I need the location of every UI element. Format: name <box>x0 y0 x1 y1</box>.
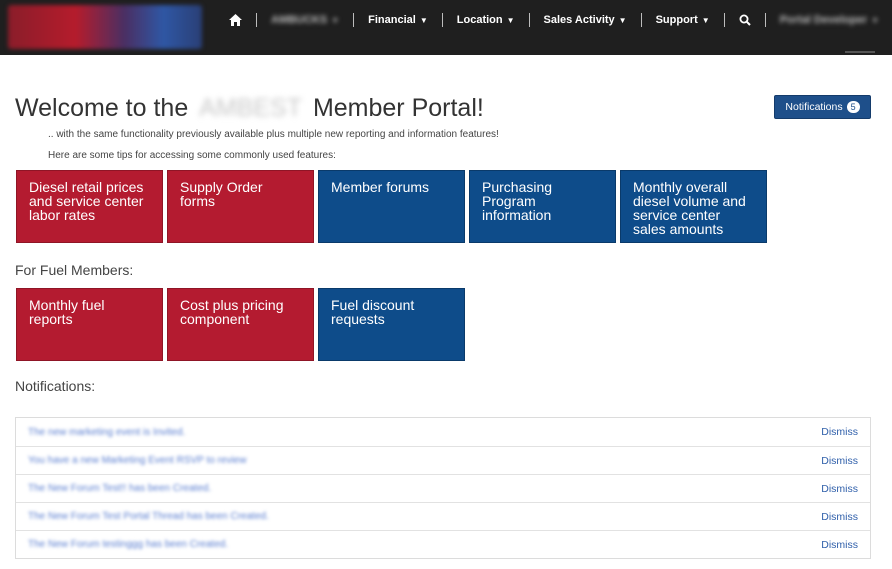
tips-text: Here are some tips for accessing some co… <box>48 150 336 161</box>
nav-label: Portal Developer <box>779 14 868 26</box>
subtitle-text: .. with the same functionality previousl… <box>48 129 499 140</box>
notification-row: The New Forum Test Portal Thread has bee… <box>16 502 870 530</box>
notifications-list: The new marketing event is Invited. Dism… <box>15 417 871 559</box>
caret-down-icon: ▼ <box>871 15 880 25</box>
tile-member-forums[interactable]: Member forums <box>318 170 465 243</box>
dismiss-button[interactable]: Dismiss <box>821 511 858 523</box>
notifications-button-label: Notifications <box>785 101 843 113</box>
notification-row: The New Forum testinggg has been Created… <box>16 530 870 558</box>
nav-label: Financial <box>368 14 416 26</box>
nav-item-user-menu[interactable]: Portal Developer ▼ <box>766 14 892 26</box>
fuel-members-heading: For Fuel Members: <box>15 262 134 278</box>
nav-label: Sales Activity <box>543 14 615 26</box>
notifications-button[interactable]: Notifications 5 <box>774 95 871 119</box>
dismiss-button[interactable]: Dismiss <box>821 539 858 551</box>
dismiss-button[interactable]: Dismiss <box>821 483 858 495</box>
notification-link[interactable]: The New Forum testinggg has been Created… <box>28 539 228 550</box>
dismiss-button[interactable]: Dismiss <box>821 455 858 467</box>
tile-cost-plus-pricing[interactable]: Cost plus pricing component <box>167 288 314 361</box>
home-icon[interactable] <box>215 14 256 26</box>
dismiss-button[interactable]: Dismiss <box>821 426 858 438</box>
caret-down-icon: ▼ <box>701 15 710 25</box>
caret-down-icon: ▼ <box>331 15 340 25</box>
notification-link[interactable]: The new marketing event is Invited. <box>28 427 185 438</box>
nav-label: Support <box>655 14 698 26</box>
caret-down-icon: ▼ <box>618 15 627 25</box>
page-title: Welcome to the AMBEST Member Portal! <box>15 94 484 123</box>
nav-label: AMBUCKS <box>271 14 328 26</box>
tile-supply-order-forms[interactable]: Supply Order forms <box>167 170 314 243</box>
nav-item-sales-activity[interactable]: Sales Activity ▼ <box>530 14 641 26</box>
tile-fuel-discount-requests[interactable]: Fuel discount requests <box>318 288 465 361</box>
nav-item-support[interactable]: Support ▼ <box>642 14 724 26</box>
nav-item-location[interactable]: Location ▼ <box>443 14 529 26</box>
notification-link[interactable]: The New Forum Test Portal Thread has bee… <box>28 511 269 522</box>
search-icon[interactable] <box>725 14 765 26</box>
notifications-heading: Notifications: <box>15 378 96 394</box>
notification-link[interactable]: You have a new Marketing Event RSVP to r… <box>28 455 246 466</box>
tile-monthly-diesel-volume[interactable]: Monthly overall diesel volume and servic… <box>620 170 767 243</box>
nav-item-organization[interactable]: AMBUCKS ▼ <box>257 14 353 26</box>
caret-down-icon: ▼ <box>506 15 515 25</box>
notification-row: The new marketing event is Invited. Dism… <box>16 418 870 446</box>
redacted-org-name: AMBEST <box>199 94 302 122</box>
notification-row: The New Forum Test!! has been Created. D… <box>16 474 870 502</box>
tile-monthly-fuel-reports[interactable]: Monthly fuel reports <box>16 288 163 361</box>
caret-down-icon: ▼ <box>419 15 428 25</box>
nav-item-financial[interactable]: Financial ▼ <box>354 14 442 26</box>
top-navbar: AMBUCKS ▼ Financial ▼ Location ▼ Sales Acti… <box>0 0 892 55</box>
nav-label: Location <box>456 14 503 26</box>
main-nav: AMBUCKS ▼ Financial ▼ Location ▼ Sales Acti… <box>215 0 892 40</box>
title-suffix: Member Portal! <box>312 94 484 122</box>
notification-row: You have a new Marketing Event RSVP to r… <box>16 446 870 474</box>
tile-purchasing-program[interactable]: Purchasing Program information <box>469 170 616 243</box>
nav-active-indicator <box>845 51 875 53</box>
tile-diesel-retail-prices[interactable]: Diesel retail prices and service center … <box>16 170 163 243</box>
brand-logo[interactable] <box>8 5 202 49</box>
title-prefix: Welcome to the <box>15 94 189 122</box>
notification-link[interactable]: The New Forum Test!! has been Created. <box>28 483 211 494</box>
notifications-count-badge: 5 <box>846 101 860 113</box>
